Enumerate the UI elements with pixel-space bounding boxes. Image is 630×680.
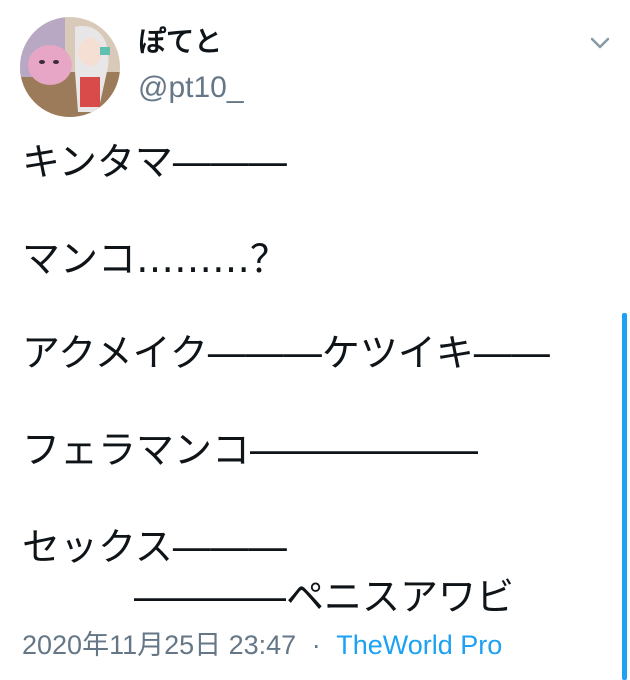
tweet-meta: 2020年11月25日 23:47 · TheWorld Pro (22, 628, 502, 662)
display-name[interactable]: ぽてと (138, 26, 222, 58)
avatar-image (20, 17, 120, 117)
tweet-text-line: ――――ペニスアワビ (134, 575, 515, 619)
scrollbar[interactable] (622, 313, 627, 680)
tweet-text-line: セックス――― (22, 525, 287, 569)
tweet-text-line: マンコ………？ (22, 237, 289, 281)
avatar[interactable] (20, 17, 120, 117)
tweet-source-link[interactable]: TheWorld Pro (336, 630, 502, 660)
tweet-text-line: キンタマ――― (22, 140, 287, 184)
chevron-down-icon[interactable] (588, 34, 612, 52)
tweet-timestamp[interactable]: 2020年11月25日 23:47 (22, 630, 296, 660)
tweet-text-line: フェラマンコ―――――― (22, 428, 479, 472)
user-handle[interactable]: @pt10_ (138, 70, 244, 106)
tweet-text-line: アクメイク―――ケツイキ―― (22, 331, 550, 375)
meta-separator: · (311, 630, 321, 660)
